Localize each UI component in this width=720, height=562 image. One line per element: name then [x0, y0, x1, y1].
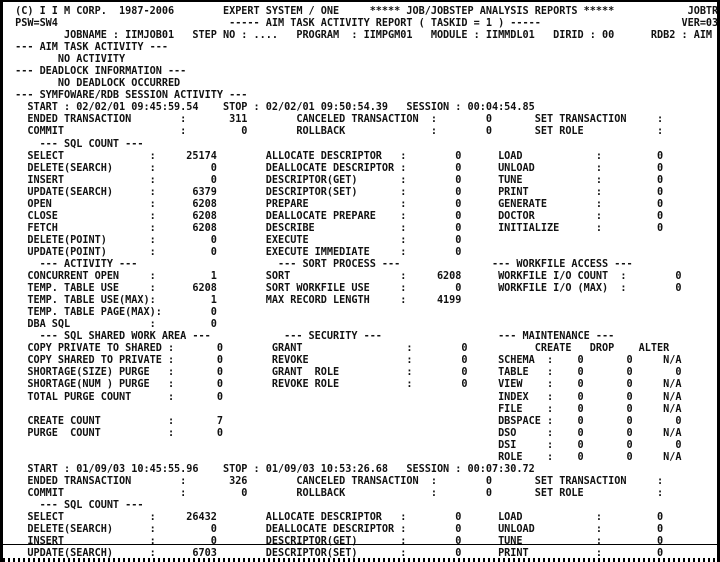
- terminal-line: ENDED TRANSACTION : 311 CANCELED TRANSAC…: [9, 114, 720, 126]
- terminal-line: UPDATE(POINT) : 0 EXECUTE IMMEDIATE : 0: [9, 246, 462, 258]
- terminal-line: TEMP. TABLE USE : 6208 SORT WORKFILE USE…: [9, 283, 682, 295]
- terminal-line: COMMIT : 0 ROLLBACK : 0 SET ROLE : 0: [9, 487, 720, 499]
- terminal-line: CREATE COUNT : 7 DBSPACE : 0 0 0: [9, 415, 682, 427]
- terminal-line: DBA SQL : 0: [9, 319, 217, 331]
- terminal-line: NO ACTIVITY: [9, 54, 126, 66]
- terminal-line: (C) I I M CORP. 1987-2006 EXPERT SYSTEM …: [9, 6, 720, 17]
- terminal-line: NO DEADLOCK OCCURRED: [9, 78, 181, 90]
- terminal-line: ENDED TRANSACTION : 326 CANCELED TRANSAC…: [9, 475, 720, 487]
- terminal-line: START : 02/02/01 09:45:59.54 STOP : 02/0…: [9, 102, 535, 114]
- terminal-line: UPDATE(SEARCH) : 6379 DESCRIPTOR(SET) : …: [9, 186, 664, 198]
- terminal-line: JOBNAME : IIMJOB01 STEP NO : .... PROGRA…: [9, 30, 720, 42]
- screen-bottom-border: [3, 558, 717, 562]
- terminal-line: TEMP. TABLE USE(MAX): 1 MAX RECORD LENGT…: [9, 295, 462, 307]
- terminal-line: INSERT : 0 DESCRIPTOR(GET) : 0 TUNE : 0: [9, 536, 664, 548]
- terminal-line: --- SQL SHARED WORK AREA --- --- SECURIT…: [9, 331, 615, 343]
- terminal-line: COMMIT : 0 ROLLBACK : 0 SET ROLE : 0: [9, 126, 720, 138]
- terminal-line: PSW=SW4 ----- AIM TASK ACTIVITY REPORT (…: [9, 18, 720, 30]
- terminal-text-area[interactable]: (C) I I M CORP. 1987-2006 EXPERT SYSTEM …: [3, 2, 717, 562]
- terminal-line: --- SQL COUNT ---: [9, 499, 144, 511]
- terminal-line: ROLE : 0 0 N/A: [9, 451, 682, 463]
- terminal-line: DELETE(SEARCH) : 0 DEALLOCATE DESCRIPTOR…: [9, 524, 664, 536]
- terminal-line: PURGE COUNT : 0 DSO : 0 0 N/A: [9, 427, 682, 439]
- terminal-line: TOTAL PURGE COUNT : 0 INDEX : 0 0 N/A: [9, 391, 682, 403]
- terminal-screen: (C) I I M CORP. 1987-2006 EXPERT SYSTEM …: [0, 0, 720, 562]
- terminal-line: CLOSE : 6208 DEALLOCATE PREPARE : 0 DOCT…: [9, 210, 664, 222]
- terminal-line: START : 01/09/03 10:45:55.96 STOP : 01/0…: [9, 463, 535, 475]
- terminal-line: SHORTAGE(SIZE) PURGE : 0 GRANT ROLE : 0 …: [9, 367, 682, 379]
- terminal-line: SELECT : 25174 ALLOCATE DESCRIPTOR : 0 L…: [9, 150, 664, 162]
- terminal-line: --- DEADLOCK INFORMATION ---: [9, 66, 187, 78]
- terminal-line: TEMP. TABLE PAGE(MAX): 0: [9, 307, 217, 319]
- terminal-line: OPEN : 6208 PREPARE : 0 GENERATE : 0: [9, 198, 664, 210]
- terminal-line: SHORTAGE(NUM ) PURGE : 0 REVOKE ROLE : 0…: [9, 379, 682, 391]
- terminal-line: DELETE(POINT) : 0 EXECUTE : 0: [9, 234, 462, 246]
- terminal-line: CONCURRENT OPEN : 1 SORT : 6208 WORKFILE…: [9, 271, 682, 283]
- terminal-line: --- ACTIVITY --- --- SORT PROCESS --- --…: [9, 258, 633, 270]
- terminal-line: INSERT : 0 DESCRIPTOR(GET) : 0 TUNE : 0: [9, 174, 664, 186]
- terminal-line: FETCH : 6208 DESCRIBE : 0 INITIALIZE : 0: [9, 222, 664, 234]
- terminal-line: --- SQL COUNT ---: [9, 138, 144, 150]
- footer-separator: [3, 544, 717, 545]
- terminal-line: DSI : 0 0 0: [9, 439, 682, 451]
- terminal-line: COPY SHARED TO PRIVATE : 0 REVOKE : 0 SC…: [9, 355, 682, 367]
- terminal-line: SELECT : 26432 ALLOCATE DESCRIPTOR : 0 L…: [9, 511, 664, 523]
- terminal-line: --- AIM TASK ACTIVITY ---: [9, 42, 168, 54]
- terminal-line: FILE : 0 0 N/A: [9, 403, 682, 415]
- terminal-line: --- SYMFOWARE/RDB SESSION ACTIVITY ---: [9, 90, 248, 102]
- terminal-line: DELETE(SEARCH) : 0 DEALLOCATE DESCRIPTOR…: [9, 162, 664, 174]
- terminal-line: COPY PRIVATE TO SHARED : 0 GRANT : 0 CRE…: [9, 343, 670, 355]
